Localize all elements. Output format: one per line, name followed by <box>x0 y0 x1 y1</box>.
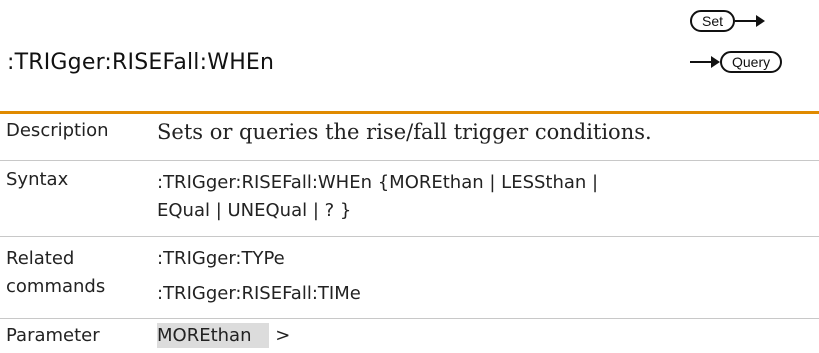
syntax-line: EQual | UNEQual | ? } <box>157 200 352 221</box>
row-label-line: Related <box>6 248 75 269</box>
set-badge: Set <box>690 10 766 32</box>
related-command: :TRIGger:TYPe <box>157 248 285 269</box>
row-label: Parameter <box>6 325 100 346</box>
syntax-text: :TRIGger:RISEFall:WHEn {MOREthan | LESSt… <box>157 169 598 225</box>
row-label: Related commands <box>0 245 157 308</box>
parameter-name: MOREthan <box>157 323 270 348</box>
description-row: Description Sets or queries the rise/fal… <box>0 120 819 144</box>
arrow-right-icon <box>735 12 766 30</box>
query-label: Query <box>720 51 783 73</box>
header-divider <box>0 111 819 114</box>
related-command: :TRIGger:RISEFall:TIMe <box>157 283 361 304</box>
syntax-row: Syntax :TRIGger:RISEFall:WHEn {MOREthan … <box>0 169 819 225</box>
related-commands-row: Related commands :TRIGger:TYPe :TRIGger:… <box>0 245 819 308</box>
description-text: Sets or queries the rise/fall trigger co… <box>157 120 652 144</box>
query-badge: Query <box>690 51 783 73</box>
page-title: :TRIGger:RISEFall:WHEn <box>7 50 275 75</box>
syntax-line: :TRIGger:RISEFall:WHEn {MOREthan | LESSt… <box>157 172 599 193</box>
row-divider <box>0 236 819 237</box>
row-divider <box>0 160 819 161</box>
parameter-value: MOREthan > <box>157 323 291 348</box>
row-divider <box>0 318 819 319</box>
related-commands-list: :TRIGger:TYPe :TRIGger:RISEFall:TIMe <box>157 245 361 308</box>
row-label: Syntax <box>6 169 69 190</box>
row-label: Description <box>6 120 109 141</box>
parameter-row: Parameter MOREthan > <box>0 323 819 348</box>
arrow-right-icon <box>690 53 720 71</box>
parameter-symbol: > <box>275 325 291 346</box>
set-label: Set <box>690 10 736 32</box>
row-label-line: commands <box>6 276 106 297</box>
